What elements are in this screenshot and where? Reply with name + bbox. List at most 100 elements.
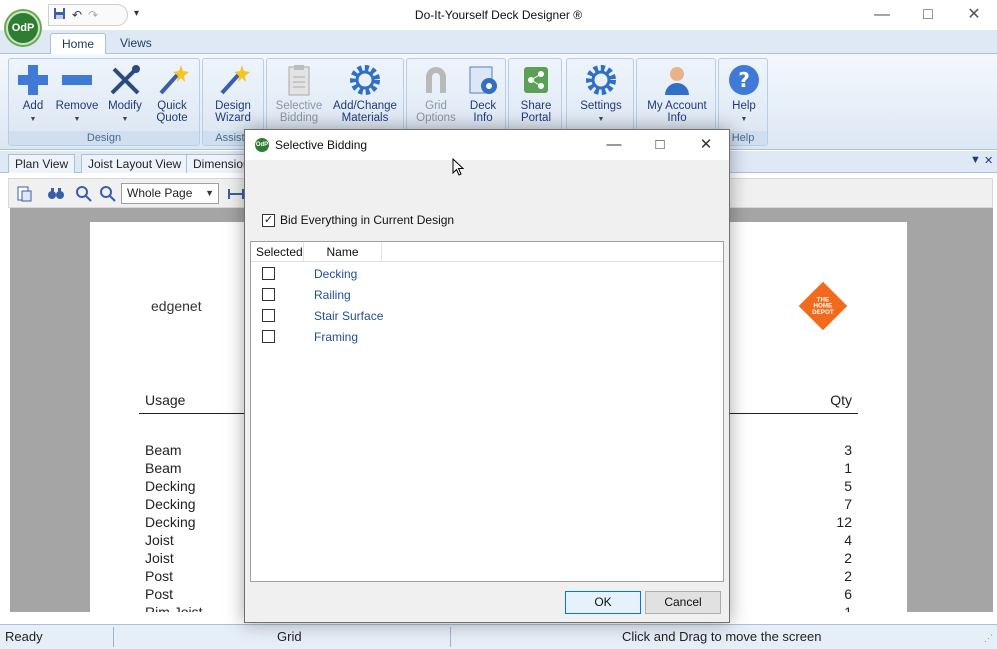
status-divider: [450, 627, 451, 647]
find-icon[interactable]: [47, 185, 65, 203]
tab-plan-view[interactable]: Plan View: [8, 154, 76, 173]
app-logo[interactable]: OdP: [6, 11, 40, 45]
grid-header: Selected Name: [251, 242, 723, 262]
table-row: Joist: [145, 550, 174, 566]
table-row-qty: 1: [844, 604, 852, 612]
tab-list-dropdown-icon[interactable]: ▼: [970, 154, 981, 166]
dialog-minimize-button[interactable]: —: [591, 134, 637, 156]
design-wizard-button[interactable]: Design Wizard: [209, 61, 257, 131]
plus-icon: [18, 65, 48, 95]
list-item[interactable]: Framing: [314, 330, 358, 344]
selective-bidding-dialog: OdP Selective Bidding — □ ✕ ✓ Bid Everyt…: [244, 129, 730, 623]
table-row: Joist: [145, 532, 174, 548]
svg-text:?: ?: [738, 68, 750, 92]
ribbon-tab-strip: Home Views: [0, 30, 997, 54]
close-button[interactable]: ✕: [951, 4, 997, 26]
my-account-info-button[interactable]: My Account Info: [641, 61, 713, 131]
selective-bidding-button[interactable]: Selective Bidding: [271, 61, 327, 131]
status-mode: Grid: [277, 629, 302, 644]
item-checkbox-framing[interactable]: [262, 330, 275, 343]
clipboard-icon: [288, 65, 310, 96]
table-row-qty: 12: [836, 514, 852, 530]
chevron-down-icon: ▼: [205, 188, 214, 198]
table-row: Decking: [145, 478, 196, 494]
mouse-cursor-icon: [452, 158, 464, 176]
add-button[interactable]: Add ▼: [13, 61, 53, 131]
vendor-name: edgenet: [151, 298, 202, 314]
bid-items-grid: Selected Name Decking Railing Stair Surf…: [250, 241, 724, 582]
gear-icon: [350, 65, 380, 95]
store-logo: THE HOME DEPOT: [798, 281, 848, 331]
dialog-maximize-button[interactable]: □: [637, 134, 683, 156]
magnet-icon: [426, 67, 446, 93]
table-row-qty: 5: [844, 478, 852, 494]
dialog-app-icon: OdP: [255, 138, 269, 152]
column-header-name[interactable]: Name: [304, 242, 382, 262]
table-row-qty: 2: [844, 550, 852, 566]
ok-button[interactable]: OK: [565, 591, 641, 614]
table-row: Post: [145, 586, 174, 602]
resize-grip-icon[interactable]: ⋰: [984, 633, 993, 644]
window-title: Do-It-Yourself Deck Designer ®: [414, 8, 583, 22]
dialog-close-button[interactable]: ✕: [683, 134, 729, 156]
item-checkbox-railing[interactable]: [262, 288, 275, 301]
table-row-qty: 2: [844, 568, 852, 584]
dialog-title: Selective Bidding: [275, 138, 368, 152]
table-row-qty: 7: [844, 496, 852, 512]
status-hint: Click and Drag to move the screen: [622, 629, 822, 644]
zoom-in-icon[interactable]: [75, 185, 93, 203]
add-change-materials-button[interactable]: Add/Change Materials: [329, 61, 401, 131]
table-row-qty: 6: [844, 586, 852, 602]
deck-info-button[interactable]: Deck Info: [461, 61, 505, 131]
settings-gear-icon: [586, 65, 616, 95]
column-header-usage: Usage: [145, 392, 186, 408]
dialog-title-bar[interactable]: OdP Selective Bidding — □ ✕: [245, 130, 729, 160]
wand-icon: [159, 65, 189, 95]
help-icon: ?: [729, 65, 759, 95]
grid-options-button[interactable]: Grid Options: [411, 61, 461, 131]
cancel-button[interactable]: Cancel: [645, 591, 721, 614]
table-row: Rim Joist: [145, 604, 203, 612]
page-width-icon[interactable]: [227, 185, 245, 203]
minimize-button[interactable]: —: [859, 4, 905, 26]
item-checkbox-stair-surface[interactable]: [262, 309, 275, 322]
list-item[interactable]: Stair Surface: [314, 309, 383, 323]
help-button[interactable]: ? Help ▼: [723, 61, 765, 131]
minus-icon: [62, 75, 92, 85]
column-header-qty: Qty: [830, 392, 852, 408]
wizard-wand-icon: [220, 65, 250, 95]
tools-icon: [110, 65, 140, 95]
share-icon: [524, 67, 548, 93]
page-setup-icon[interactable]: [15, 185, 33, 203]
table-row: Decking: [145, 514, 196, 530]
zoom-select[interactable]: Whole Page ▼: [121, 183, 219, 204]
list-item[interactable]: Decking: [314, 267, 357, 281]
settings-button[interactable]: Settings ▼: [575, 61, 627, 131]
status-bar: Ready Grid Click and Drag to move the sc…: [0, 624, 997, 649]
list-item[interactable]: Railing: [314, 288, 351, 302]
maximize-button[interactable]: □: [905, 4, 951, 26]
modify-button[interactable]: Modify ▼: [103, 61, 147, 131]
share-portal-button[interactable]: Share Portal: [513, 61, 559, 131]
table-row-qty: 3: [844, 442, 852, 458]
close-document-icon[interactable]: ✕: [984, 154, 993, 167]
remove-button[interactable]: Remove ▼: [55, 61, 99, 131]
table-row: Beam: [145, 460, 182, 476]
status-divider: [113, 627, 114, 647]
quick-quote-button[interactable]: Quick Quote: [149, 61, 195, 131]
tab-views[interactable]: Views: [109, 33, 163, 54]
title-bar: OdP ↶ ↷ ▾ Do-It-Yourself Deck Designer ®…: [0, 0, 997, 45]
table-row-qty: 1: [844, 460, 852, 476]
tab-joist-layout-view[interactable]: Joist Layout View: [81, 154, 189, 173]
bid-everything-label[interactable]: Bid Everything in Current Design: [280, 213, 454, 227]
bid-everything-checkbox[interactable]: ✓: [262, 214, 275, 227]
item-checkbox-decking[interactable]: [262, 267, 275, 280]
status-state: Ready: [5, 629, 43, 644]
tab-home[interactable]: Home: [50, 33, 107, 54]
column-header-selected[interactable]: Selected: [251, 242, 304, 262]
dialog-body: ✓ Bid Everything in Current Design Selec…: [245, 160, 729, 622]
user-icon: [665, 67, 689, 95]
table-row: Decking: [145, 496, 196, 512]
group-label-design: Design: [9, 131, 199, 145]
zoom-out-icon[interactable]: [99, 185, 117, 203]
